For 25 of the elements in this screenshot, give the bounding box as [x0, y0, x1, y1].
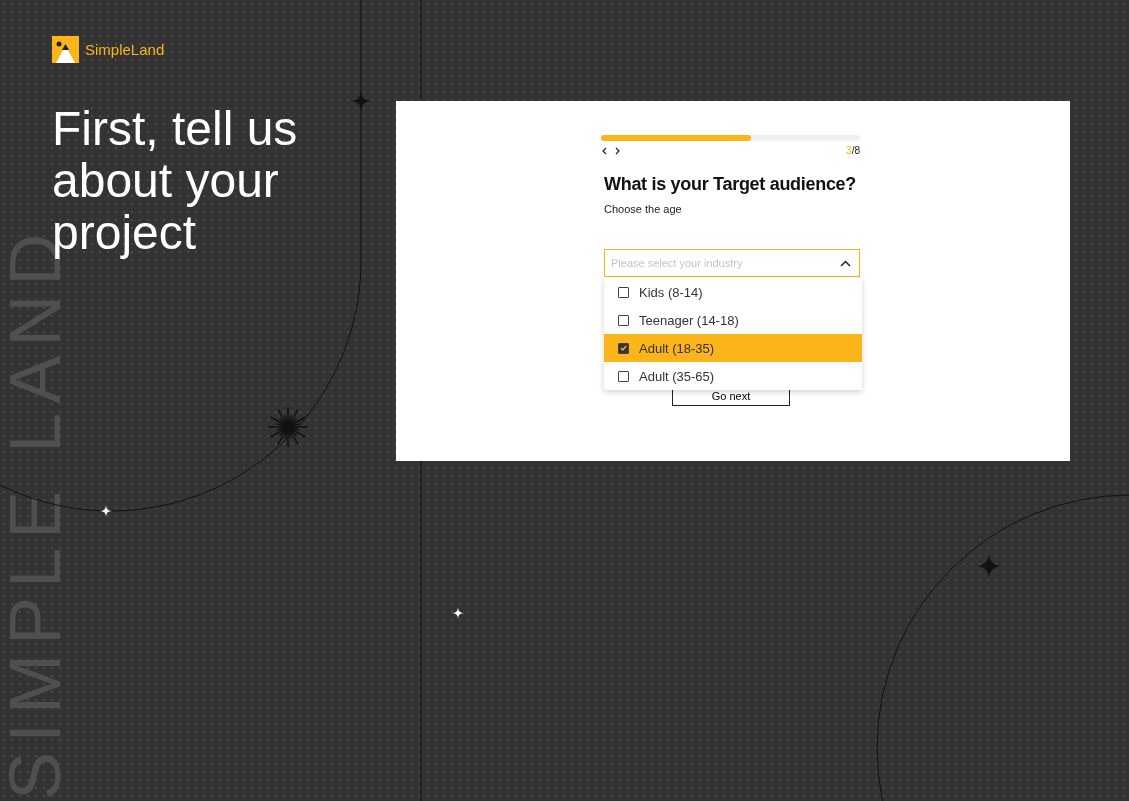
brand-name: SimpleLand	[85, 41, 165, 58]
option-item[interactable]: Kids (8-14)	[604, 278, 862, 306]
option-label: Teenager (14-18)	[639, 312, 739, 328]
sparkle-icon	[452, 607, 464, 619]
industry-input[interactable]: Please select your industry	[611, 257, 840, 269]
starburst-icon	[267, 406, 309, 448]
chevron-up-icon	[840, 259, 851, 267]
option-item[interactable]: Adult (18-35)	[604, 334, 862, 362]
option-label: Adult (18-35)	[639, 340, 715, 356]
industry-select[interactable]: Please select your industry	[604, 249, 860, 277]
chevron-right-icon	[613, 145, 621, 156]
current-step: 3	[846, 145, 852, 156]
option-label: Kids (8-14)	[639, 284, 703, 300]
total-steps: /8	[851, 145, 860, 156]
question-title: What is your Target audience?	[604, 174, 857, 195]
option-item[interactable]: Teenager (14-18)	[604, 306, 862, 334]
logo-icon	[52, 36, 79, 63]
checkbox[interactable]	[618, 370, 629, 382]
checkbox[interactable]	[618, 314, 629, 326]
question-subtitle: Choose the age	[604, 203, 683, 215]
chevron-left-icon	[601, 145, 609, 156]
checkbox[interactable]	[618, 342, 629, 354]
checkbox[interactable]	[618, 286, 629, 298]
option-item[interactable]: Adult (35-65)	[604, 362, 862, 390]
sparkle-icon	[100, 505, 112, 517]
